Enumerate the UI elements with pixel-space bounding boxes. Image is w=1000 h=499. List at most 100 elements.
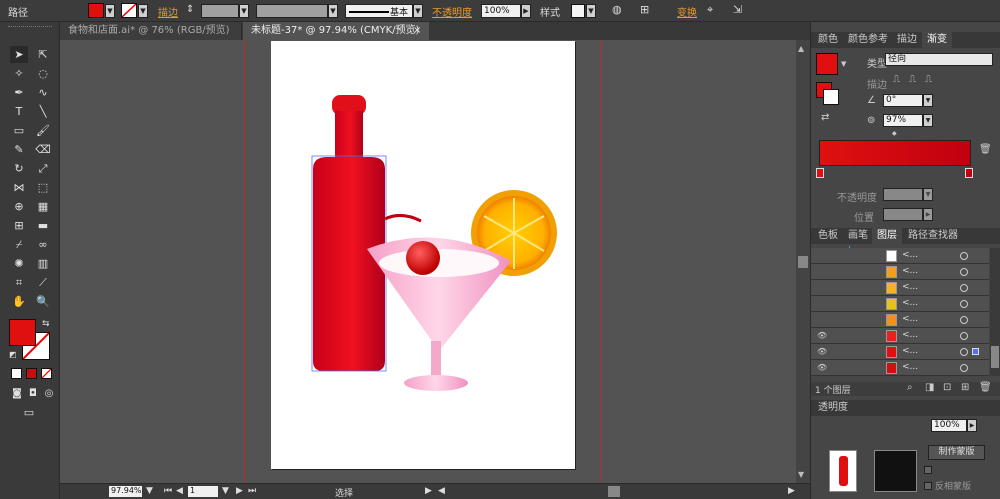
rectangle-tool-icon[interactable]: ▭ <box>10 122 28 139</box>
status-menu-icon[interactable]: ▶ <box>425 486 432 496</box>
tab-stroke[interactable]: 描边 <box>892 32 922 48</box>
fill-color-box[interactable] <box>9 319 36 346</box>
layer-row[interactable]: <... <box>811 296 989 312</box>
next-page-icon[interactable]: ▶ <box>236 486 243 496</box>
style-swatch[interactable] <box>571 4 585 18</box>
artboard[interactable] <box>271 41 575 469</box>
lasso-tool-icon[interactable]: ◌ <box>34 65 52 82</box>
opacity-input[interactable]: 100% <box>481 4 521 18</box>
layer-row[interactable]: <... <box>811 280 989 296</box>
target-circle-icon[interactable] <box>960 332 968 340</box>
gradient-mode-icon[interactable] <box>26 368 37 379</box>
make-mask-button[interactable]: 制作蒙版 <box>928 445 985 460</box>
brush-profile-select[interactable]: 基本 <box>345 4 413 18</box>
target-circle-icon[interactable] <box>960 300 968 308</box>
scroll-up-icon[interactable]: ▲ <box>798 44 804 53</box>
zoom-dropdown-icon[interactable]: ▼ <box>146 486 153 496</box>
gradient-aspect-arrow[interactable]: ▼ <box>923 114 933 127</box>
opacity-arrow[interactable]: ▶ <box>521 4 531 18</box>
gradient-tool-icon[interactable]: ▬ <box>34 217 52 234</box>
tab-swatches[interactable]: 色板 <box>813 228 843 244</box>
target-circle-icon[interactable] <box>960 268 968 276</box>
selection-tool-icon[interactable]: ➤ <box>10 46 28 63</box>
gradient-preset-arrow-icon[interactable]: ▼ <box>841 60 846 68</box>
selection-indicator[interactable] <box>972 348 979 355</box>
tab-color-guide[interactable]: 颜色参考 <box>843 32 893 48</box>
isolate-icon[interactable]: ⌖ <box>707 3 713 17</box>
stroke-dropdown-arrow[interactable]: ▼ <box>138 4 148 18</box>
tab-gradient[interactable]: 渐变 <box>922 32 952 48</box>
stroke-gradient-along-icon[interactable]: ⎍ <box>909 74 916 85</box>
slice-tool-icon[interactable]: ⟋ <box>34 274 52 291</box>
page-input[interactable]: 1 <box>188 486 218 497</box>
tab-untitled-37[interactable]: 未标题-37* @ 97.94% (CMYK/预览) × <box>243 22 429 40</box>
draw-inside-icon[interactable]: ◎ <box>40 385 58 402</box>
visibility-eye-icon[interactable]: 👁 <box>817 331 827 340</box>
tab-pathfinder[interactable]: 路径查找器 <box>903 228 963 244</box>
stroke-stepper-icon[interactable]: ⇕ <box>186 4 194 15</box>
zoom-input[interactable]: 97.94% <box>109 486 142 497</box>
target-circle-icon[interactable] <box>960 348 968 356</box>
transparency-opacity-input[interactable]: 100% <box>931 419 967 432</box>
eraser-tool-icon[interactable]: ⌫ <box>34 141 52 158</box>
perspective-grid-tool-icon[interactable]: ▦ <box>34 198 52 215</box>
delete-stop-icon[interactable]: 🗑 <box>979 144 992 155</box>
gradient-location-input[interactable] <box>883 208 923 221</box>
scroll-down-icon[interactable]: ▼ <box>798 470 804 479</box>
hscroll-left-icon[interactable]: ◀ <box>438 486 445 496</box>
opacity-label[interactable]: 不透明度 <box>432 4 472 19</box>
new-sublayer-icon[interactable]: ⊡ <box>943 382 951 393</box>
layer-row[interactable]: <... <box>811 312 989 328</box>
none-mode-icon[interactable] <box>41 368 52 379</box>
zoom-tool-icon[interactable]: 🔍 <box>34 293 52 310</box>
type-tool-icon[interactable]: T <box>10 103 28 120</box>
gradient-angle-input[interactable]: 0° <box>883 94 923 107</box>
gradient-stroke-swatch[interactable] <box>823 89 839 105</box>
object-thumbnail[interactable] <box>829 450 857 492</box>
layer-row[interactable]: <... <box>811 264 989 280</box>
width-tool-icon[interactable]: ⋈ <box>10 179 28 196</box>
target-circle-icon[interactable] <box>960 364 968 372</box>
fill-swatch[interactable] <box>88 3 104 18</box>
layer-row[interactable]: <... <box>811 248 989 264</box>
stroke-gradient-within-icon[interactable]: ⎍ <box>893 74 900 85</box>
hand-tool-icon[interactable]: ✋ <box>10 293 28 310</box>
target-circle-icon[interactable] <box>960 284 968 292</box>
tab-food-store[interactable]: 食物和店面.ai* @ 76% (RGB/预览) <box>60 22 242 40</box>
visibility-eye-icon[interactable]: 👁 <box>817 363 827 372</box>
page-dropdown-icon[interactable]: ▼ <box>222 486 229 496</box>
target-circle-icon[interactable] <box>960 316 968 324</box>
line-tool-icon[interactable]: ╲ <box>34 103 52 120</box>
gradient-aspect-input[interactable]: 97% <box>883 114 923 127</box>
rotate-tool-icon[interactable]: ↻ <box>10 160 28 177</box>
swap-colors-icon[interactable]: ⇆ <box>42 319 50 329</box>
color-mode-icon[interactable] <box>11 368 22 379</box>
artboard-tool-icon[interactable]: ⌗ <box>10 274 28 291</box>
visibility-eye-icon[interactable]: 👁 <box>817 347 827 356</box>
last-page-icon[interactable]: ⏭ <box>248 486 256 496</box>
locate-object-icon[interactable]: ⌕ <box>907 382 913 393</box>
column-graph-tool-icon[interactable]: ▥ <box>34 255 52 272</box>
vertical-scrollbar[interactable]: ▲ ▼ <box>796 40 810 483</box>
gradient-angle-arrow[interactable]: ▼ <box>923 94 933 107</box>
screen-mode-icon[interactable]: ▭ <box>20 404 38 421</box>
clipping-mask-icon[interactable]: ◨ <box>925 382 934 393</box>
invert-mask-checkbox[interactable] <box>924 482 932 490</box>
prev-page-icon[interactable]: ◀ <box>176 486 183 496</box>
align-icon[interactable]: ⊞ <box>640 3 649 16</box>
paintbrush-tool-icon[interactable]: 🖌 <box>34 122 52 139</box>
stroke-weight-input[interactable] <box>201 4 239 18</box>
gradient-opacity-arrow[interactable]: ▼ <box>923 188 933 201</box>
eyedropper-tool-icon[interactable]: ⌿ <box>10 236 28 253</box>
hscroll-thumb[interactable] <box>608 486 620 497</box>
gradient-type-select[interactable]: 径向 <box>885 53 993 66</box>
layers-scrollbar[interactable] <box>990 248 1000 376</box>
pen-tool-icon[interactable]: ✒ <box>10 84 28 101</box>
options-icon[interactable]: ⇲ <box>733 3 742 16</box>
layer-row[interactable]: 👁 <... <box>811 344 989 360</box>
variable-width-select[interactable] <box>256 4 328 18</box>
transparency-opacity-arrow[interactable]: ▶ <box>967 419 977 432</box>
first-page-icon[interactable]: ⏮ <box>164 486 172 496</box>
layer-row[interactable]: 👁 <... <box>811 328 989 344</box>
pencil-tool-icon[interactable]: ✎ <box>10 141 28 158</box>
